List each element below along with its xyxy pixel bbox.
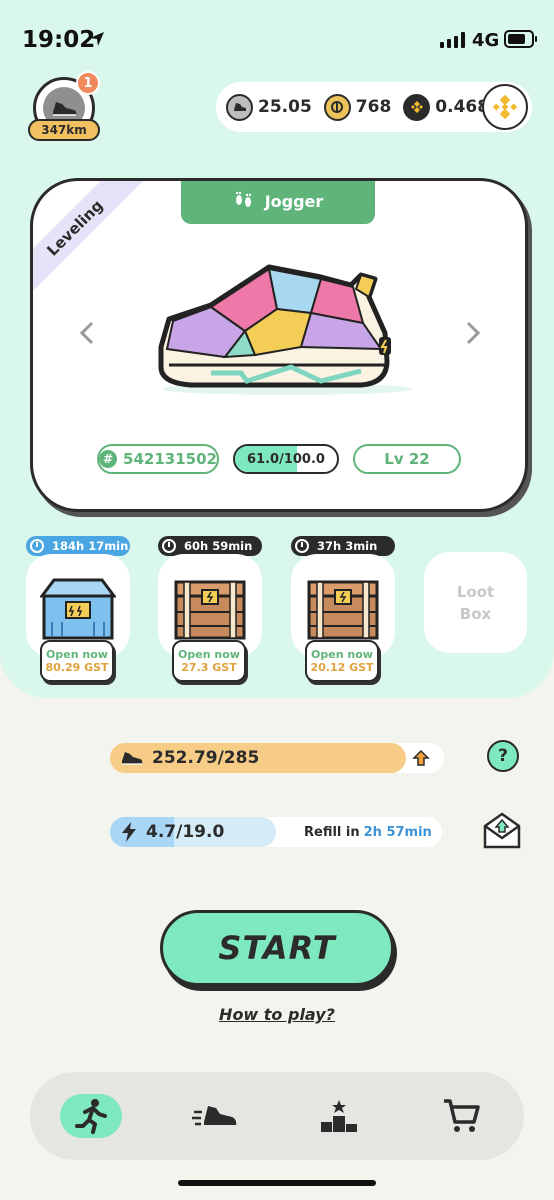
gmt-coin-icon: [226, 93, 253, 121]
sneaker-icon: [122, 752, 143, 765]
mystery-box-1[interactable]: 184h 17min Open now 80.29 GST: [26, 536, 130, 682]
bnb-coin-icon: [403, 93, 431, 121]
status-time: 19:02: [22, 27, 96, 53]
energy-value: 4.7/19.0: [146, 822, 225, 842]
refill-label: Refill in: [304, 824, 360, 840]
mail-icon[interactable]: [482, 812, 522, 850]
cart-icon: [444, 1099, 480, 1132]
footprints-icon: [235, 191, 251, 207]
refill-info: Refill in 2h 57min: [304, 817, 432, 847]
sneaker-class-label: Jogger: [264, 191, 324, 211]
box-timer: 184h 17min: [26, 536, 130, 556]
brown-chest-icon: [307, 580, 379, 640]
loot-box-slot[interactable]: Loot Box: [424, 552, 527, 653]
nav-marketplace[interactable]: [430, 1094, 492, 1138]
sneaker-class-tab: Jogger: [181, 181, 375, 224]
hash-icon: #: [99, 450, 118, 468]
open-cost: 27.3 GST: [181, 661, 237, 674]
sneaker-nav-icon: [192, 1106, 237, 1127]
wallet-balances[interactable]: 25.05 768 0.468: [216, 82, 532, 132]
box-timer-text: 37h 3min: [317, 539, 378, 553]
nav-leaderboard[interactable]: [308, 1094, 370, 1138]
sneaker-id: 542131502: [123, 450, 217, 468]
chevron-left-icon: [79, 321, 94, 345]
nav-sneakers[interactable]: [184, 1094, 246, 1138]
refill-time: 2h 57min: [363, 824, 432, 840]
arrow-up-icon: [412, 749, 430, 766]
battery-icon: [504, 30, 537, 48]
gmt-value: 25.05: [258, 97, 312, 117]
start-button[interactable]: START: [160, 910, 394, 986]
energy-bar: 4.7/19.0 Refill in 2h 57min: [110, 817, 442, 847]
box-timer: 37h 3min: [291, 536, 395, 556]
clock-icon: [295, 539, 309, 553]
mystery-box-3[interactable]: 37h 3min Open now 20.12 GST: [291, 536, 395, 682]
nav-run[interactable]: [60, 1094, 122, 1138]
open-box-button[interactable]: Open now 20.12 GST: [305, 640, 379, 682]
running-icon: [75, 1099, 107, 1134]
bnb-value: 0.468: [435, 97, 490, 117]
open-label: Open now: [46, 648, 108, 661]
location-arrow-icon: [90, 32, 104, 46]
loot-box-label-line2: Box: [459, 604, 492, 623]
previous-sneaker-button[interactable]: [75, 319, 99, 347]
loot-box-label-line1: Loot: [456, 582, 495, 601]
help-button[interactable]: ?: [487, 740, 519, 772]
durability-bar: 61.0/100.0: [233, 444, 339, 474]
gst-value: 768: [355, 97, 392, 117]
status-bar: 19:02 4G: [0, 0, 554, 80]
brown-chest-icon: [174, 580, 246, 640]
box-timer-text: 184h 17min: [52, 539, 129, 553]
open-box-button[interactable]: Open now 80.29 GST: [40, 640, 114, 682]
open-box-button[interactable]: Open now 27.3 GST: [172, 640, 246, 682]
open-cost: 80.29 GST: [45, 661, 109, 674]
bnb-chain-button[interactable]: [482, 84, 528, 130]
network-type: 4G: [472, 30, 500, 51]
clock-icon: [30, 539, 44, 553]
clock-icon: [162, 539, 176, 553]
gst-balance: 768: [323, 93, 392, 121]
bottom-nav: [30, 1072, 524, 1160]
gst-coin-icon: [323, 93, 351, 121]
gmt-balance: 25.05: [226, 93, 312, 121]
stamina-bar: 252.79/285: [110, 743, 444, 773]
stamina-value: 252.79/285: [152, 748, 260, 768]
open-label: Open now: [178, 648, 240, 661]
bnb-chain-icon: [492, 94, 518, 120]
level-up-button[interactable]: [410, 747, 432, 769]
durability-value: 61.0/100.0: [247, 451, 325, 467]
blue-chest-icon: [40, 578, 116, 640]
mystery-box-2[interactable]: 60h 59min Open now 27.3 GST: [158, 536, 262, 682]
bnb-balance: 0.468: [403, 93, 490, 121]
chevron-right-icon: [466, 321, 481, 345]
next-sneaker-button[interactable]: [461, 319, 485, 347]
open-cost: 20.12 GST: [310, 661, 374, 674]
sneaker-card[interactable]: Leveling Jogger # 542131502 61.0/100.0 L…: [30, 178, 528, 512]
signal-icon: [440, 32, 465, 48]
sneaker-image: [158, 264, 412, 395]
podium-icon: [321, 1100, 357, 1132]
lightning-icon: [122, 822, 136, 842]
status-ribbon: Leveling: [33, 181, 150, 303]
box-timer-text: 60h 59min: [184, 539, 253, 553]
box-timer: 60h 59min: [158, 536, 262, 556]
how-to-play-link[interactable]: How to play?: [0, 1005, 554, 1024]
distance-badge: 347km: [28, 119, 100, 141]
open-label: Open now: [311, 648, 373, 661]
sneaker-id-badge: # 542131502: [97, 444, 219, 474]
notification-badge: 1: [76, 71, 100, 95]
home-indicator: [178, 1180, 376, 1186]
level-badge: Lv 22: [353, 444, 461, 474]
